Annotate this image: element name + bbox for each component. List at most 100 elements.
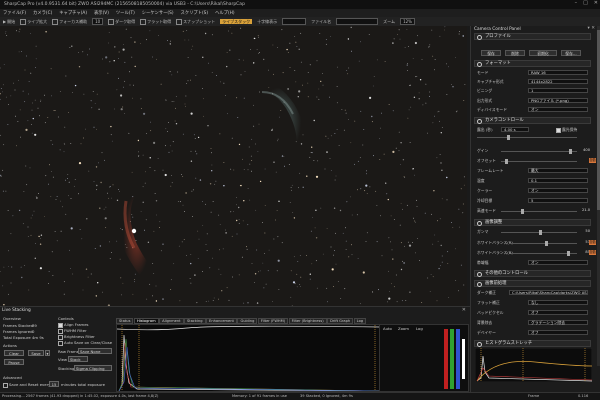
framerate-select[interactable]: 最大 [528, 168, 588, 173]
overlay-label[interactable]: 十字線表示 [257, 19, 277, 25]
exposure-input[interactable]: 4.00 s [501, 127, 529, 132]
brightness-filter-check[interactable]: Brightness Filter [58, 334, 95, 340]
menu-tools[interactable]: ツール(T) [116, 10, 135, 16]
camera-controls-header[interactable]: カメラコントロール [474, 117, 591, 124]
bandwidth-select[interactable]: オン [528, 260, 588, 265]
bad-pixel-select[interactable]: オフ [528, 310, 588, 315]
stacking-select[interactable]: Sigma Clipping [74, 365, 112, 371]
star [444, 26, 446, 28]
format-binning-select[interactable]: 1 [528, 88, 588, 93]
gain-value[interactable]: 400 [578, 148, 590, 153]
save-reset-check[interactable]: Save and Reset every [3, 382, 50, 388]
menu-camera[interactable]: カメラ(C) [33, 10, 52, 16]
menu-scripting[interactable]: スクリプト(S) [181, 10, 209, 16]
overlay-select[interactable] [282, 18, 307, 25]
format-output-select[interactable]: PNGファイル (*.png) [528, 98, 588, 103]
toolbar-live-zoom[interactable]: ライブ拡大 [20, 18, 47, 25]
view-select[interactable]: Stack [68, 356, 88, 362]
temperature-label: 温度 [477, 178, 485, 183]
histo-auto-option[interactable]: Auto [383, 326, 392, 331]
pause-button[interactable]: Pause [4, 359, 24, 365]
filename-label[interactable]: ファイル名 [311, 19, 331, 25]
menu-sequencer[interactable]: シーケンサー(S) [142, 10, 174, 16]
toolbar-snapshot[interactable]: スナップショット [176, 18, 215, 25]
histogram-stretch-graph[interactable] [475, 348, 592, 382]
profile-saveas-button[interactable]: 保存… [561, 50, 581, 56]
star [142, 154, 144, 156]
save-button[interactable]: Save [28, 350, 44, 356]
wb-red-auto-button[interactable]: 自動 [589, 240, 596, 245]
misc-controls-header[interactable]: その他のコントロール [474, 270, 591, 277]
frames-ignored-value: 0 [32, 329, 35, 334]
toolbar-focus-assist[interactable]: フォーカス補助 [52, 18, 87, 25]
maximize-icon[interactable]: □ [583, 0, 588, 6]
camera-preview-image[interactable] [0, 26, 467, 306]
close-icon[interactable]: ✕ [594, 0, 598, 6]
save-reset-number[interactable]: 15 [49, 381, 59, 387]
save-dropdown-icon[interactable]: ▾ [45, 350, 50, 356]
filename-select[interactable] [336, 18, 379, 25]
gamma-value[interactable]: 50 [578, 229, 590, 234]
gain-slider[interactable] [501, 149, 577, 154]
histogram-stretch-header[interactable]: ヒストグラムストレッチ [474, 340, 591, 347]
toolbar-start[interactable]: ▶ 開始 [3, 19, 15, 25]
toolbar-count[interactable]: 10 [92, 18, 104, 25]
star [330, 36, 331, 37]
dark-correction-select[interactable]: C:\Users\Rikal\SharpCap\darks\ZWO ASI294… [509, 290, 588, 295]
gamma-slider[interactable] [501, 230, 577, 235]
star [52, 143, 54, 145]
cooler-select[interactable]: オン [528, 188, 588, 193]
fwhm-filter-check[interactable]: FWHM Filter [58, 328, 87, 334]
profile-delete-button[interactable]: 削除 [505, 50, 525, 56]
menu-file[interactable]: ファイル(F) [3, 10, 26, 16]
image-controls-header[interactable]: 画像調整 [474, 219, 591, 226]
wb-red-slider[interactable] [511, 241, 577, 246]
menu-view[interactable]: 表示(V) [94, 10, 109, 16]
preprocess-header[interactable]: 画像前処理 [474, 280, 591, 287]
channel-level-bars[interactable] [444, 329, 466, 389]
exposure-hold-check[interactable]: 露光保持 [556, 127, 577, 133]
star [226, 52, 228, 53]
raw-frames-select[interactable]: Save None [78, 348, 112, 354]
format-device-select[interactable]: オン [528, 107, 588, 112]
highspeed-slider[interactable] [501, 209, 577, 214]
wb-blue-slider[interactable] [511, 251, 577, 256]
menu-capture[interactable]: キャプチャ(A) [59, 10, 87, 16]
star [87, 276, 89, 278]
profile-header[interactable]: プロファイル [474, 33, 591, 40]
histo-zoom-option[interactable]: Zoom [398, 326, 409, 331]
align-frames-check[interactable]: Align Frames [58, 322, 89, 328]
star [105, 206, 107, 208]
debayer-select[interactable]: オフ [528, 330, 588, 335]
offset-auto-button[interactable]: 自動 [589, 158, 596, 163]
target-temp-input[interactable]: 5 [528, 198, 588, 203]
live-stack-button[interactable]: ライブスタック [220, 19, 253, 24]
offset-slider[interactable] [501, 159, 577, 164]
star [462, 212, 464, 214]
panel-pin-icon[interactable]: ▾ ✕ [588, 26, 595, 31]
star [204, 32, 207, 35]
wb-blue-auto-button[interactable]: 自動 [589, 250, 596, 255]
histo-log-option[interactable]: Log [416, 326, 423, 331]
profile-save-button[interactable]: 保存 [481, 50, 501, 56]
exposure-slider[interactable] [477, 135, 577, 140]
profile-reset-button[interactable]: 初期化 [529, 50, 557, 56]
toolbar-flat[interactable]: フラット取得 [140, 18, 171, 25]
star [299, 286, 301, 287]
background-select[interactable]: グラデーション除去 [528, 320, 588, 325]
toolbar-dark[interactable]: ダーク取得 [108, 18, 135, 25]
zoom-select[interactable]: 12% [400, 18, 415, 25]
format-header[interactable]: フォーマット [474, 60, 591, 67]
clear-button[interactable]: Clear [4, 350, 24, 356]
star [360, 110, 362, 112]
format-mode-select[interactable]: RAW 16 [528, 70, 588, 75]
live-histogram[interactable] [116, 324, 380, 392]
star [333, 286, 334, 287]
autosave-check[interactable]: Auto Save on Clear/Close [58, 340, 112, 346]
menu-help[interactable]: ヘルプ(H) [215, 10, 234, 16]
star [182, 30, 184, 32]
flat-correction-select[interactable]: なし [528, 300, 588, 305]
format-capture-select[interactable]: 4144x2822 [528, 79, 588, 84]
minimize-icon[interactable]: – [575, 0, 578, 6]
close-icon[interactable]: ✕ [462, 307, 466, 313]
